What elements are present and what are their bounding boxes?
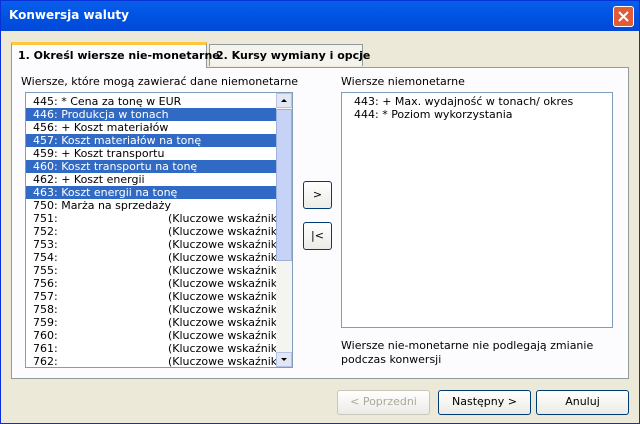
list-item[interactable]: 463: Koszt energii na tonę	[26, 186, 292, 199]
list-item[interactable]: 760: (Kluczowe wskaźniki)	[26, 329, 292, 342]
arrow-up-icon	[281, 99, 287, 102]
list-item-text: 750: Marża na sprzedaży	[33, 199, 171, 212]
list-item-text: 462: + Koszt energii	[33, 173, 145, 186]
list-item-tag: (Kluczowe wskaźniki)	[168, 329, 285, 342]
list-item[interactable]: 761: (Kluczowe wskaźniki)	[26, 342, 292, 355]
non-monetary-rows-list[interactable]: 443: + Max. wydajność w tonach/ okres 444…	[341, 92, 613, 328]
list-item[interactable]: 456: + Koszt materiałów	[26, 121, 292, 134]
left-list-label: Wiersze, które mogą zawierać dane niemon…	[21, 75, 299, 88]
list-item-tag: (Kluczowe wskaźniki)	[168, 212, 285, 225]
right-list-label: Wiersze niemonetarne	[341, 75, 465, 88]
list-item-text: 759:	[33, 316, 58, 329]
list-item[interactable]: 755: (Kluczowe wskaźniki)	[26, 264, 292, 277]
list-item-text: 445: * Cena za tonę w EUR	[33, 95, 182, 108]
list-item[interactable]: 462: + Koszt energii	[26, 173, 292, 186]
list-item-text: 444: * Poziom wykorzystania	[354, 108, 513, 121]
list-item[interactable]: 762: (Kluczowe wskaźniki)	[26, 355, 292, 368]
list-item-text: 463: Koszt energii na tonę	[33, 186, 178, 199]
available-rows-items: 445: * Cena za tonę w EUR 446: Produkcja …	[26, 93, 292, 368]
scroll-thumb[interactable]	[276, 109, 292, 261]
remove-from-non-monetary-button[interactable]: |<	[303, 222, 332, 250]
list-item[interactable]: 751: (Kluczowe wskaźniki)	[26, 212, 292, 225]
list-item[interactable]: 443: + Max. wydajność w tonach/ okres	[342, 95, 612, 108]
non-monetary-rows-items: 443: + Max. wydajność w tonach/ okres 444…	[342, 93, 612, 121]
list-item[interactable]: 457: Koszt materiałów na tonę	[26, 134, 292, 147]
list-item[interactable]: 758: (Kluczowe wskaźniki)	[26, 303, 292, 316]
back-button[interactable]: < Poprzedni	[337, 390, 430, 415]
add-to-non-monetary-button[interactable]: >	[303, 181, 332, 209]
list-item-tag: (Kluczowe wskaźniki)	[168, 316, 285, 329]
scroll-down-button[interactable]	[276, 352, 292, 367]
list-item-text: 762:	[33, 355, 58, 368]
list-item-tag: (Kluczowe wskaźniki)	[168, 290, 285, 303]
window-title: Konwersja waluty	[9, 8, 129, 22]
list-item-text: 757:	[33, 290, 58, 303]
list-item[interactable]: 446: Produkcja w tonach	[26, 108, 292, 121]
list-item-tag: (Kluczowe wskaźniki)	[168, 355, 285, 368]
title-bar[interactable]: Konwersja waluty	[1, 1, 639, 31]
list-item[interactable]: 445: * Cena za tonę w EUR	[26, 95, 292, 108]
list-item[interactable]: 444: * Poziom wykorzystania	[342, 108, 612, 121]
list-item-text: 456: + Koszt materiałów	[33, 121, 169, 134]
arrow-down-icon	[281, 358, 287, 361]
list-item[interactable]: 757: (Kluczowe wskaźniki)	[26, 290, 292, 303]
list-item[interactable]: 750: Marża na sprzedaży	[26, 199, 292, 212]
list-item-text: 460: Koszt transportu na tonę	[33, 160, 198, 173]
list-item-tag: (Kluczowe wskaźniki)	[168, 342, 285, 355]
list-item-text: 756:	[33, 277, 58, 290]
list-item-tag: (Kluczowe wskaźniki)	[168, 264, 285, 277]
list-item-text: 754:	[33, 251, 58, 264]
next-button[interactable]: Następny >	[438, 390, 531, 415]
currency-conversion-dialog: Konwersja waluty 1. Określ wiersze nie-m…	[0, 0, 640, 424]
cancel-button[interactable]: Anuluj	[536, 390, 629, 415]
list-item[interactable]: 460: Koszt transportu na tonę	[26, 160, 292, 173]
list-item[interactable]: 459: + Koszt transportu	[26, 147, 292, 160]
list-item[interactable]: 753: (Kluczowe wskaźniki)	[26, 238, 292, 251]
list-item-tag: (Kluczowe wskaźniki)	[168, 225, 285, 238]
list-item-text: 761:	[33, 342, 58, 355]
non-monetary-note: Wiersze nie-monetarne nie podlegają zmia…	[341, 339, 594, 366]
list-item-tag: (Kluczowe wskaźniki)	[168, 303, 285, 316]
list-item-text: 752:	[33, 225, 58, 238]
list-item[interactable]: 752: (Kluczowe wskaźniki)	[26, 225, 292, 238]
vertical-scrollbar[interactable]	[276, 93, 292, 367]
list-item-tag: (Kluczowe wskaźniki)	[168, 238, 285, 251]
close-button[interactable]	[613, 6, 634, 27]
list-item[interactable]: 754: (Kluczowe wskaźniki)	[26, 251, 292, 264]
list-item-text: 755:	[33, 264, 58, 277]
list-item-text: 753:	[33, 238, 58, 251]
list-item-text: 751:	[33, 212, 58, 225]
tab-exchange-rates[interactable]: 2. Kursy wymiany i opcje	[209, 44, 370, 66]
list-item-text: 459: + Koszt transportu	[33, 147, 165, 160]
available-rows-list[interactable]: 445: * Cena za tonę w EUR 446: Produkcja …	[25, 92, 293, 368]
list-item[interactable]: 756: (Kluczowe wskaźniki)	[26, 277, 292, 290]
list-item-text: 457: Koszt materiałów na tonę	[33, 134, 202, 147]
tab-non-monetary-rows[interactable]: 1. Określ wiersze nie-monetarne	[11, 42, 220, 68]
list-item-text: 443: + Max. wydajność w tonach/ okres	[354, 95, 574, 108]
scroll-up-button[interactable]	[276, 93, 292, 108]
list-item-text: 446: Produkcja w tonach	[33, 108, 169, 121]
list-item-tag: (Kluczowe wskaźniki)	[168, 277, 285, 290]
close-icon	[618, 11, 629, 22]
list-item[interactable]: 759: (Kluczowe wskaźniki)	[26, 316, 292, 329]
list-item-tag: (Kluczowe wskaźniki)	[168, 251, 285, 264]
list-item-text: 758:	[33, 303, 58, 316]
list-item-text: 760:	[33, 329, 58, 342]
